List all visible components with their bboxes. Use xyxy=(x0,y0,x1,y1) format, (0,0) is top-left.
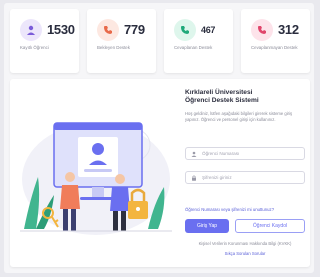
stat-label: Cevaplanan Destek xyxy=(174,45,213,50)
university-title: Kırklareli Üniversitesi xyxy=(185,89,253,96)
phone-icon xyxy=(97,19,119,41)
register-button[interactable]: Öğrenci Kaydol xyxy=(235,219,305,233)
lock-icon xyxy=(192,175,196,181)
stat-card-pending: 779 Bekleyen Destek xyxy=(87,9,156,73)
password-input[interactable] xyxy=(185,171,305,184)
user-icon xyxy=(191,151,197,157)
stat-value: 467 xyxy=(201,25,216,35)
system-title: Öğrenci Destek Sistemi xyxy=(185,97,259,104)
phone-check-icon xyxy=(174,19,196,41)
user-icon xyxy=(20,19,42,41)
student-number-input[interactable] xyxy=(185,147,305,160)
login-description: Hoş geldiniz, lütfen aşağıdaki bilgileri… xyxy=(185,111,293,122)
login-illustration xyxy=(20,122,172,235)
stat-card-answered: 467 Cevaplanan Destek xyxy=(164,9,233,73)
phone-x-icon xyxy=(251,19,273,41)
page-frame: 1530 Kayıtlı Öğrenci 779 Bekleyen Destek… xyxy=(4,3,314,273)
stat-label: Kayıtlı Öğrenci xyxy=(20,45,49,50)
stat-value: 1530 xyxy=(47,22,75,37)
forgot-password-link[interactable]: Öğrenci Numarası veya şifrenizi mi unutt… xyxy=(185,207,305,213)
login-card: Kırklareli Üniversitesi Öğrenci Destek S… xyxy=(10,79,310,267)
login-button[interactable]: Giriş Yap xyxy=(185,219,229,233)
stat-label: Bekleyen Destek xyxy=(97,45,130,50)
stat-value: 312 xyxy=(278,22,299,37)
stats-row: 1530 Kayıtlı Öğrenci 779 Bekleyen Destek… xyxy=(10,9,310,75)
stat-card-unanswered: 312 Cevaplanmayan Destek xyxy=(241,9,310,73)
login-panel: Kırklareli Üniversitesi Öğrenci Destek S… xyxy=(177,79,307,267)
stat-value: 779 xyxy=(124,22,145,37)
stat-label: Cevaplanmayan Destek xyxy=(251,45,298,50)
faq-link[interactable]: Sıkça Sorulan Sorular xyxy=(185,251,305,257)
kvkk-link[interactable]: Kişisel Verilerin Korunması Hakkında Bil… xyxy=(185,241,305,247)
stat-card-students: 1530 Kayıtlı Öğrenci xyxy=(10,9,79,73)
